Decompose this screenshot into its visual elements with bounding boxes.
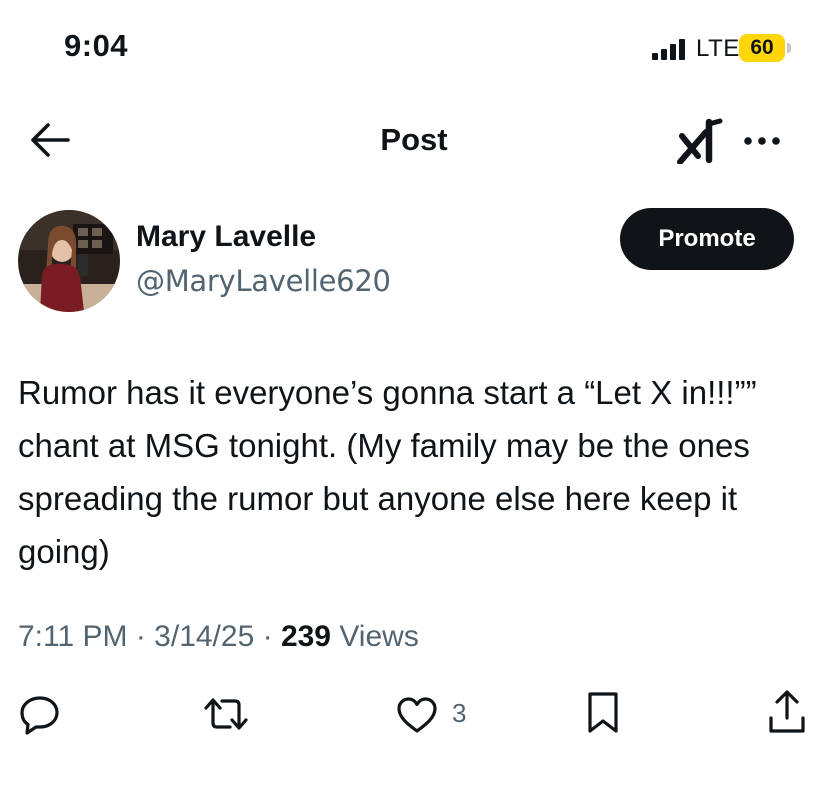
bookmark-icon [588, 692, 618, 733]
reply-icon [20, 696, 59, 735]
more-options-button[interactable] [738, 126, 786, 156]
bookmark-button[interactable] [586, 690, 620, 736]
network-type: LTE [696, 35, 740, 62]
post-meta: 7:11 PM · 3/14/25 · 239 Views [18, 620, 419, 654]
share-button[interactable] [766, 688, 808, 736]
meta-separator: · [127, 620, 155, 653]
battery-level: 60 [750, 36, 774, 59]
post-date: 3/14/25 [154, 620, 255, 653]
reply-button[interactable] [18, 692, 62, 736]
like-count: 3 [452, 698, 467, 728]
repost-button[interactable] [200, 692, 252, 736]
views-count: 239 [280, 620, 331, 653]
avatar[interactable] [18, 210, 120, 312]
post-text: Rumor has it everyone’s gonna start a “L… [18, 374, 757, 570]
grok-button[interactable] [676, 118, 726, 165]
promote-button[interactable]: Promote [620, 208, 794, 270]
author-handle[interactable]: @MaryLavelle620 [136, 264, 391, 298]
author-name[interactable]: Mary Lavelle [136, 220, 316, 254]
status-time: 9:04 [64, 28, 129, 63]
more-options-icon [744, 137, 780, 145]
like-button[interactable] [395, 694, 439, 736]
meta-separator: · [254, 620, 281, 653]
repost-icon [204, 698, 248, 730]
cellular-signal-icon [652, 38, 690, 60]
share-icon [769, 690, 805, 733]
avatar-photo [18, 210, 120, 312]
battery-cap [787, 43, 791, 53]
views-label: Views [331, 620, 419, 653]
heart-icon [397, 697, 437, 733]
post-time: 7:11 PM [18, 620, 128, 653]
grok-icon [677, 118, 723, 165]
battery-indicator: 60 [739, 34, 785, 62]
